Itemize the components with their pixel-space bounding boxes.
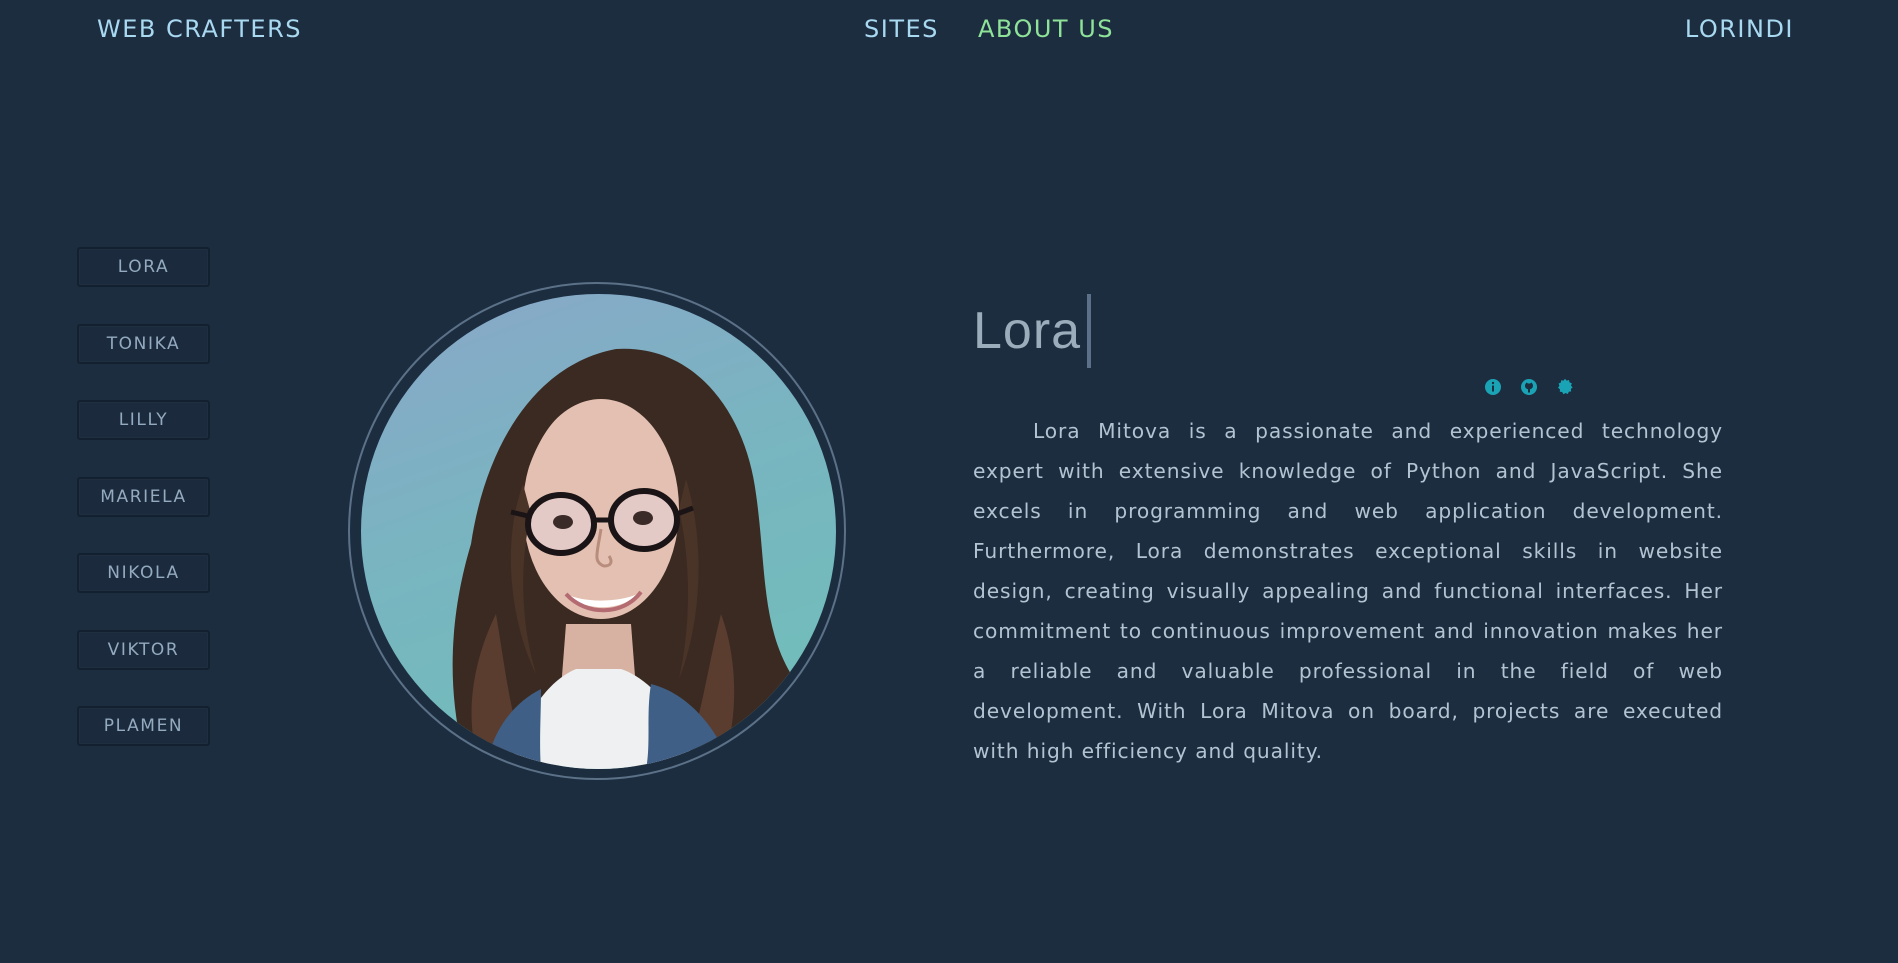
team-button-viktor[interactable]: VIKTOR [77,629,210,670]
social-links [1484,378,1574,396]
profile-name-heading: Lora [973,294,1092,368]
top-navigation: WEB CRAFTERS SITES ABOUT US LORINDI [0,0,1898,60]
user-account-link[interactable]: LORINDI [1685,15,1794,43]
info-icon[interactable] [1484,378,1502,396]
typing-caret [1087,294,1092,368]
nav-link-about-us[interactable]: ABOUT US [978,15,1114,43]
team-button-lora[interactable]: LORA [77,247,210,287]
brand-logo-link[interactable]: WEB CRAFTERS [97,15,302,43]
profile-portrait [361,294,836,769]
team-button-lilly[interactable]: LILLY [77,400,210,440]
team-button-nikola[interactable]: NIKOLA [77,553,210,593]
badge-icon[interactable] [1556,378,1574,396]
nav-link-sites[interactable]: SITES [864,15,939,43]
team-button-plamen[interactable]: PLAMEN [77,706,210,746]
team-member-list: LORA TONIKA LILLY MARIELA NIKOLA VIKTOR … [77,247,212,783]
team-button-mariela[interactable]: MARIELA [77,476,210,517]
profile-name: Lora [973,302,1082,360]
github-icon[interactable] [1520,378,1538,396]
team-button-tonika[interactable]: TONIKA [77,323,210,364]
portrait-illustration [452,348,802,769]
profile-bio: Lora Mitova is a passionate and experien… [973,419,1723,763]
